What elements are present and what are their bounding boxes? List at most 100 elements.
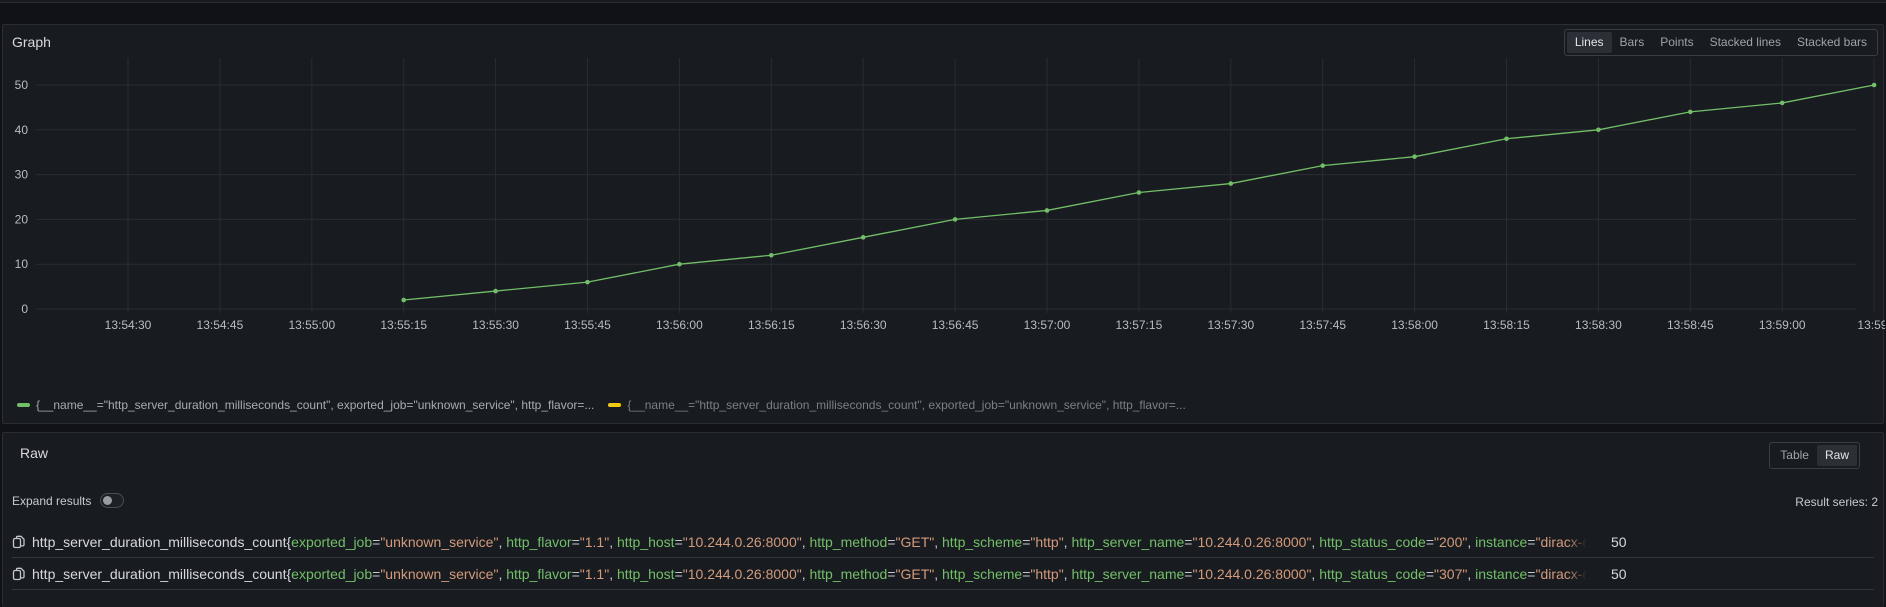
y-tick-label: 50 [15, 78, 29, 92]
toggle-knob [103, 496, 113, 505]
result-series-count: Result series: 2 [1795, 495, 1878, 509]
x-tick-label: 13:56:45 [932, 318, 979, 332]
y-tick-label: 20 [15, 212, 29, 226]
series-value: 50 [1611, 533, 1627, 550]
x-tick-label: 13:56:15 [748, 318, 795, 332]
label-value: "10.244.0.26:8000" [682, 565, 802, 582]
label-equals: = [571, 533, 580, 550]
label-separator: , [934, 565, 943, 582]
label-key: http_host [616, 533, 675, 550]
label-key: exported_job [291, 565, 373, 582]
data-point [585, 279, 590, 285]
series-value: 50 [1611, 565, 1627, 582]
label-value: "10.244.0.26:8000" [1192, 533, 1312, 550]
data-point [1871, 82, 1877, 88]
label-value: "GET" [895, 565, 935, 582]
label-value: "10.244.0.26:8000" [682, 533, 802, 550]
x-tick-label: 13:58:15 [1483, 318, 1530, 332]
data-point [493, 288, 498, 294]
label-key: http_method [809, 565, 888, 582]
y-tick-label: 0 [21, 302, 28, 316]
data-point [769, 252, 774, 258]
label-key: instance [1475, 533, 1528, 550]
label-separator: , [1467, 565, 1476, 582]
label-key: http_scheme [942, 565, 1023, 582]
legend-label: {__name__="http_server_duration_millisec… [627, 398, 1186, 412]
metric-name: http_server_duration_milliseconds_count{ [32, 533, 292, 550]
label-value: "200" [1434, 533, 1468, 550]
legend-swatch-icon [608, 403, 622, 407]
mode-stacked-lines-button[interactable]: Stacked lines [1702, 32, 1789, 53]
mode-points-button[interactable]: Points [1652, 32, 1701, 53]
data-point [1228, 181, 1234, 186]
x-tick-label: 13:55:00 [288, 318, 335, 332]
label-separator: , [934, 533, 943, 550]
copy-icon[interactable] [12, 567, 26, 581]
label-equals: = [571, 565, 580, 582]
y-tick-label: 10 [15, 257, 29, 271]
label-equals: = [887, 565, 896, 582]
label-key: http_status_code [1319, 565, 1426, 582]
legend-label: {__name__="http_server_duration_millisec… [36, 398, 595, 412]
x-tick-label: 13:58:30 [1575, 318, 1622, 332]
mode-lines-button[interactable]: Lines [1566, 32, 1612, 53]
expand-results-control: Expand results [12, 493, 125, 508]
x-tick-label: 13:58:45 [1667, 318, 1714, 332]
x-tick-label: 13:56:30 [840, 318, 887, 332]
data-point [1136, 190, 1142, 195]
line-chart[interactable]: 0 10 20 30 40 50 13:54:30 13:54:45 13:55:00 13:55… [3, 25, 1885, 370]
label-equals: = [674, 565, 683, 582]
label-equals: = [674, 533, 683, 550]
data-point [1504, 136, 1509, 142]
label-key: http_flavor [506, 533, 572, 550]
copy-icon[interactable] [12, 535, 26, 549]
data-point [1044, 208, 1050, 213]
label-value: "1.1" [579, 565, 610, 582]
x-tick-label: 13:55:30 [472, 318, 519, 332]
label-key: http_server_name [1071, 565, 1185, 582]
raw-view-mode-selector: Table Raw [1769, 442, 1860, 469]
x-tick-label: 13:57:15 [1116, 318, 1163, 332]
label-value: "GET" [895, 533, 935, 550]
x-tick-label: 13:57:30 [1207, 318, 1254, 332]
graph-display-mode-selector: Lines Bars Points Stacked lines Stacked … [1563, 29, 1878, 56]
label-key: http_method [809, 533, 888, 550]
data-point [1779, 100, 1785, 106]
label-key: http_scheme [942, 533, 1023, 550]
x-tick-label: 13:59:00 [1759, 318, 1806, 332]
expand-results-toggle[interactable] [100, 493, 125, 508]
raw-panel-title: Raw [20, 445, 49, 461]
mode-bars-button[interactable]: Bars [1612, 32, 1653, 53]
x-tick-label: 13:54:30 [105, 318, 152, 332]
label-value: "diracx-demo-op" [1535, 533, 1587, 550]
label-value: "307" [1434, 565, 1468, 582]
label-equals: = [1425, 533, 1435, 550]
graph-panel: 0 10 20 30 40 50 13:54:30 13:54:45 13:55:00 13:55… [2, 24, 1885, 424]
previous-panel-edge [0, 0, 1886, 3]
label-value: "unknown_service" [380, 533, 499, 550]
raw-results-list: http_server_duration_milliseconds_count{… [12, 526, 1874, 590]
data-point [860, 235, 866, 240]
data-point [1688, 109, 1693, 115]
y-tick-label: 30 [15, 168, 29, 182]
data-point [401, 297, 407, 303]
label-separator: , [1467, 533, 1476, 550]
graph-panel-title: Graph [12, 34, 51, 50]
label-value: "diracx-demo-op" [1535, 565, 1587, 582]
data-point [1320, 163, 1325, 168]
label-key: http_status_code [1319, 533, 1426, 550]
legend-item-series-2[interactable]: {__name__="http_server_duration_millisec… [608, 398, 1186, 412]
metric-name: http_server_duration_milliseconds_count{ [32, 565, 292, 582]
legend-item-series-1[interactable]: {__name__="http_server_duration_millisec… [17, 398, 594, 412]
x-tick-label: 13:57:45 [1299, 318, 1346, 332]
mode-stacked-bars-button[interactable]: Stacked bars [1789, 32, 1875, 53]
label-value: "1.1" [579, 533, 610, 550]
label-key: http_host [616, 565, 675, 582]
label-key: instance [1475, 565, 1528, 582]
raw-result-row: http_server_duration_milliseconds_count{… [12, 558, 1874, 590]
chart-legend: {__name__="http_server_duration_millisec… [17, 398, 1186, 412]
view-raw-button[interactable]: Raw [1816, 445, 1857, 466]
label-separator: , [609, 533, 617, 550]
y-tick-label: 40 [15, 123, 29, 137]
view-table-button[interactable]: Table [1772, 445, 1817, 466]
